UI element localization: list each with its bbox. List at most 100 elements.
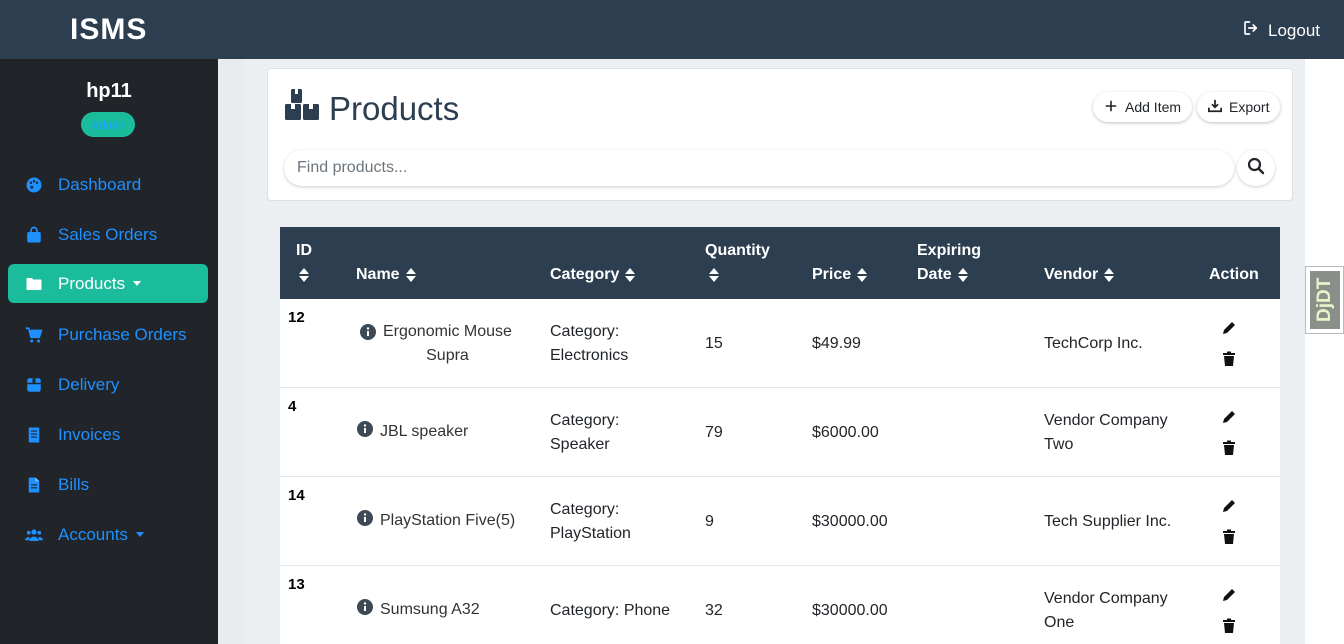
header-name[interactable]: Name (356, 263, 416, 287)
sidebar-item-products[interactable]: Products (8, 264, 208, 303)
pencil-icon (1223, 500, 1235, 512)
table-header: ID Name Category Quantity Price Expiring… (280, 227, 1280, 299)
delete-button[interactable] (1221, 351, 1237, 367)
cell-name[interactable]: JBL speaker (357, 421, 468, 442)
info-icon[interactable] (357, 599, 373, 620)
cell-price: $49.99 (812, 335, 861, 352)
top-navbar: ISMS Logout (0, 0, 1344, 59)
info-icon[interactable] (360, 324, 376, 345)
products-header-card: Products Add Item Export (267, 68, 1293, 201)
cell-price: $30000.00 (812, 602, 888, 619)
info-icon[interactable] (357, 510, 373, 531)
chevron-down-icon (135, 532, 144, 537)
cell-vendor: TechCorp Inc. (1044, 335, 1143, 352)
cell-vendor: Tech Supplier Inc. (1044, 513, 1172, 530)
folder-icon (24, 274, 43, 293)
cell-id: 14 (288, 487, 305, 504)
search-input[interactable] (284, 150, 1234, 186)
sidebar-item-invoices[interactable]: Invoices (8, 415, 208, 454)
sort-icon (1104, 267, 1115, 282)
info-icon[interactable] (357, 421, 373, 442)
file-icon (24, 475, 43, 494)
cell-price: $30000.00 (812, 513, 888, 530)
delete-button[interactable] (1221, 529, 1237, 545)
sidebar-item-accounts[interactable]: Accounts (8, 515, 208, 554)
logout-button[interactable]: Logout (1242, 19, 1320, 42)
header-category[interactable]: Category (550, 263, 636, 287)
header-id[interactable]: ID (296, 239, 312, 287)
cell-quantity: 15 (705, 335, 723, 352)
sort-icon (857, 267, 868, 282)
trash-icon (1223, 440, 1235, 455)
sidebar-item-bills[interactable]: Bills (8, 465, 208, 504)
sidebar-item-sales-orders[interactable]: Sales Orders (8, 215, 208, 254)
sidebar-item-label: Sales Orders (58, 224, 158, 244)
cell-category: Category: Speaker (550, 412, 620, 453)
header-quantity[interactable]: Quantity (705, 239, 770, 287)
export-button[interactable]: Export (1197, 92, 1281, 122)
pencil-icon (1223, 322, 1235, 334)
sort-icon (709, 267, 719, 282)
cell-quantity: 9 (705, 513, 714, 530)
products-table: ID Name Category Quantity Price Expiring… (280, 227, 1280, 644)
sidebar-item-delivery[interactable]: Delivery (8, 365, 208, 404)
cell-name[interactable]: Ergonomic Mouse Supra (360, 320, 512, 368)
page-title-text: Products (329, 90, 460, 127)
header-expiring-date[interactable]: Expiring Date (917, 239, 981, 287)
cell-id: 13 (288, 576, 305, 593)
trash-icon (1223, 351, 1235, 366)
cell-quantity: 79 (705, 424, 723, 441)
table-row: 13 Sumsung A32 Category: Phone 32 $30000… (280, 566, 1280, 644)
edit-button[interactable] (1221, 587, 1237, 603)
sort-icon (299, 267, 309, 282)
sidebar-item-dashboard[interactable]: Dashboard (8, 165, 208, 204)
box-icon (24, 375, 43, 394)
users-icon (24, 525, 43, 544)
edit-button[interactable] (1221, 498, 1237, 514)
boxes-icon (284, 87, 320, 131)
add-item-button[interactable]: Add Item (1093, 92, 1193, 122)
sidebar-item-label: Bills (58, 474, 90, 494)
delete-button[interactable] (1221, 440, 1237, 456)
cell-category: Category: Phone (550, 602, 671, 619)
cell-vendor: Vendor Company One (1044, 590, 1168, 631)
cell-vendor: Vendor Company Two (1044, 412, 1168, 453)
chevron-down-icon (133, 281, 142, 286)
bag-icon (24, 225, 43, 244)
trash-icon (1223, 618, 1235, 633)
pencil-icon (1223, 411, 1235, 423)
sidebar-item-label: Purchase Orders (58, 324, 187, 344)
sidebar-item-label: Invoices (58, 424, 121, 444)
cell-name[interactable]: PlayStation Five(5) (357, 510, 515, 531)
cell-quantity: 32 (705, 602, 723, 619)
delete-button[interactable] (1221, 618, 1237, 634)
cell-name[interactable]: Sumsung A32 (357, 599, 480, 620)
debug-toolbar-handle[interactable]: DjDT (1305, 266, 1344, 334)
cell-price: $6000.00 (812, 424, 879, 441)
sidebar-item-label: Delivery (58, 374, 120, 394)
brand-logo[interactable]: ISMS (70, 13, 147, 47)
edit-button[interactable] (1221, 320, 1237, 336)
cell-category: Category: Electronics (550, 323, 629, 364)
username: hp11 (86, 80, 132, 102)
header-price[interactable]: Price (812, 263, 868, 287)
sidebar-item-label: Dashboard (58, 174, 142, 194)
sort-icon (957, 267, 968, 282)
pencil-icon (1223, 589, 1235, 601)
sort-icon (625, 267, 636, 282)
search-icon (1247, 157, 1265, 180)
cell-id: 4 (288, 398, 297, 415)
palette-icon (24, 175, 43, 194)
search-button[interactable] (1237, 150, 1275, 186)
trash-icon (1223, 529, 1235, 544)
sidebar-item-purchase-orders[interactable]: Purchase Orders (8, 315, 208, 354)
export-label: Export (1229, 99, 1270, 115)
edit-button[interactable] (1221, 409, 1237, 425)
cell-category: Category: PlayStation (550, 501, 631, 542)
sidebar-item-label: Products (58, 273, 126, 293)
header-vendor[interactable]: Vendor (1044, 263, 1115, 287)
sort-icon (405, 267, 416, 282)
right-gutter (1305, 59, 1344, 644)
cell-id: 12 (288, 309, 305, 326)
table-row: 4 JBL speaker Category: Speaker 79 $6000.… (280, 388, 1280, 477)
